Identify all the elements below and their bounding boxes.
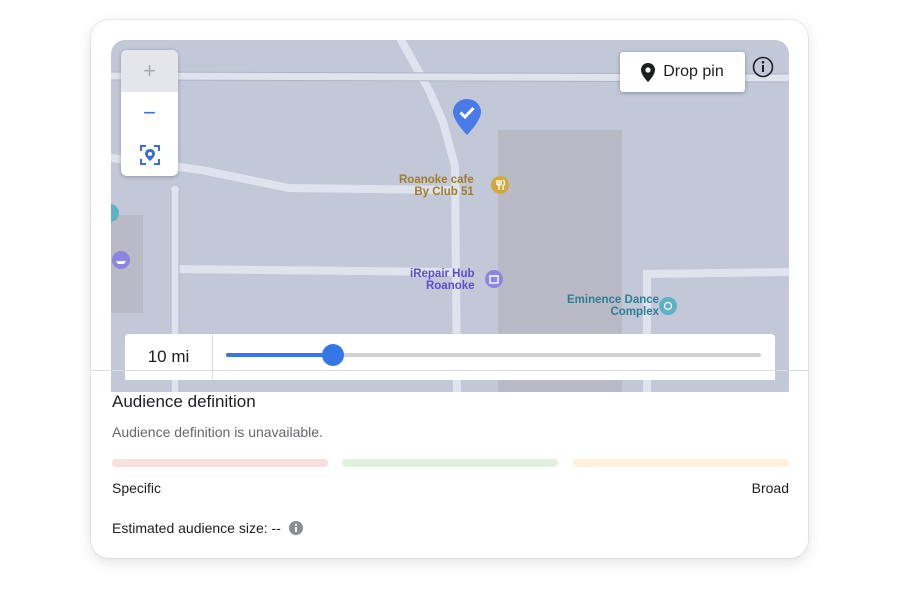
drop-pin-button[interactable]: Drop pin xyxy=(620,52,745,92)
poi-cafe-line1: Roanoke cafe xyxy=(399,174,474,186)
radius-value[interactable]: 10 mi xyxy=(125,334,213,380)
specific-label: Specific xyxy=(112,480,162,496)
zoom-in-button[interactable]: + xyxy=(121,50,178,92)
estimated-audience-label: Estimated audience size: -- xyxy=(112,520,281,536)
shop-icon[interactable] xyxy=(485,270,503,288)
poi-dance-line1: Eminence Dance xyxy=(567,294,660,306)
poi-label-cafe[interactable]: Roanoke cafe By Club 51 xyxy=(399,174,474,198)
radius-slider-thumb[interactable] xyxy=(322,344,344,366)
restaurant-icon[interactable] xyxy=(491,176,509,194)
broad-label: Broad xyxy=(751,480,789,496)
audience-definition-title: Audience definition xyxy=(112,392,256,411)
poi-dance-line2: Complex xyxy=(610,306,660,318)
audience-meter-broad xyxy=(573,459,789,467)
fitness-icon[interactable] xyxy=(659,297,677,315)
radius-slider-fill xyxy=(226,353,333,357)
location-pin-icon xyxy=(641,62,656,82)
locate-icon xyxy=(139,145,160,165)
poi-irepair-line2: Roanoke xyxy=(425,280,475,292)
audience-meter-specific xyxy=(112,459,328,467)
section-divider xyxy=(91,370,808,371)
boat-icon[interactable] xyxy=(112,251,130,269)
audience-definition-subtitle: Audience definition is unavailable. xyxy=(112,424,323,440)
poi-irepair-line1: iRepair Hub xyxy=(410,268,475,280)
radius-slider[interactable] xyxy=(226,344,761,366)
locate-button[interactable] xyxy=(121,134,178,176)
poi-label-irepair[interactable]: iRepair Hub Roanoke xyxy=(410,268,475,292)
poi-label-dance[interactable]: Eminence Dance Complex xyxy=(567,294,659,318)
map-view[interactable]: + − Drop pin Roanoke cafe By Club 51 iRe… xyxy=(111,40,789,392)
location-targeting-card: + − Drop pin Roanoke cafe By Club 51 iRe… xyxy=(91,20,808,558)
audience-meter-middle xyxy=(342,459,558,467)
selected-location-pin-icon[interactable] xyxy=(452,98,482,136)
poi-cafe-line2: By Club 51 xyxy=(414,186,474,198)
info-circle-icon[interactable] xyxy=(288,521,303,535)
zoom-controls: + − xyxy=(121,50,178,176)
zoom-out-button[interactable]: − xyxy=(121,92,178,134)
info-icon[interactable] xyxy=(752,56,774,78)
estimated-audience-size: Estimated audience size: -- xyxy=(112,520,303,536)
drop-pin-label: Drop pin xyxy=(663,63,724,80)
radius-control: 10 mi xyxy=(125,334,775,380)
